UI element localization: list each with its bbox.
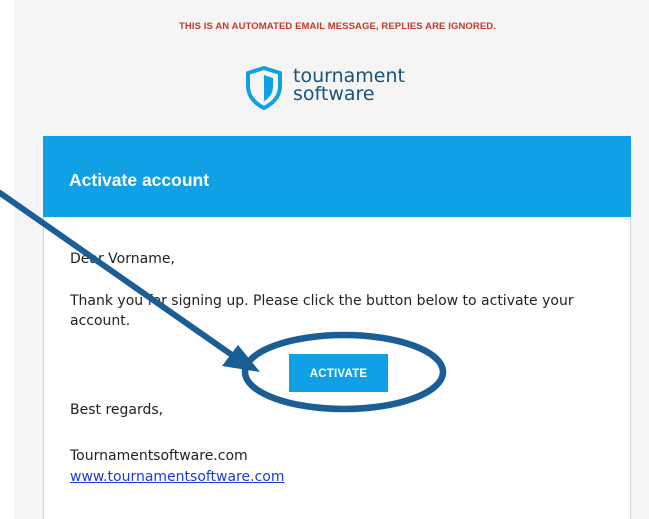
card-body: Dear Vorname, Thank you for signing up. … (43, 217, 631, 519)
activate-button[interactable]: ACTIVATE (289, 354, 388, 392)
logo-wordmark: tournament software (293, 67, 405, 105)
greeting-text: Dear Vorname, (70, 251, 175, 267)
logo-line-2: software (293, 83, 375, 105)
shield-icon (246, 66, 282, 110)
signature-text: Tournamentsoftware.com (70, 448, 248, 464)
regards-text: Best regards, (70, 402, 164, 418)
message-text: Thank you for signing up. Please click t… (70, 293, 574, 329)
card-title: Activate account (69, 170, 210, 190)
page: THIS IS AN AUTOMATED EMAIL MESSAGE, REPL… (0, 0, 649, 519)
website-link[interactable]: www.tournamentsoftware.com (70, 469, 285, 485)
automated-notice: THIS IS AN AUTOMATED EMAIL MESSAGE, REPL… (178, 21, 497, 32)
card-header: Activate account (43, 136, 631, 217)
